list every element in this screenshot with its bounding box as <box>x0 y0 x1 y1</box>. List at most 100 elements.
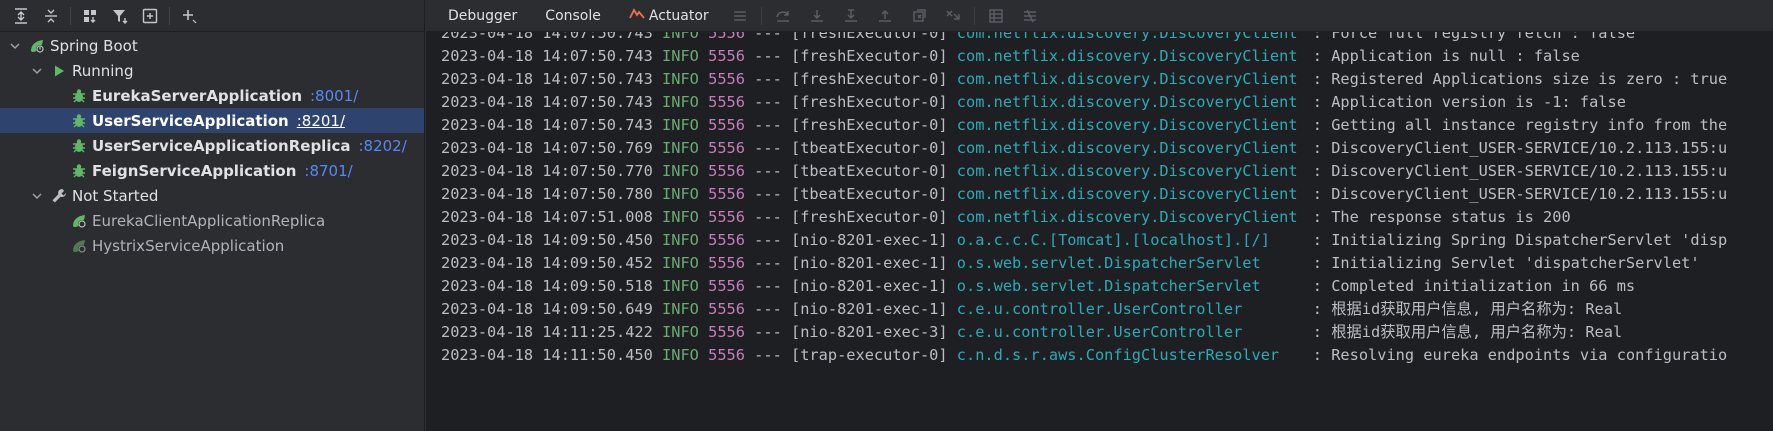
services-toolbar <box>0 0 424 32</box>
chevron-down-icon[interactable] <box>30 189 44 203</box>
app-name: EurekaClientApplicationReplica <box>92 211 326 230</box>
group-by-icon[interactable] <box>75 2 105 30</box>
log-pid: 5556 <box>708 346 745 364</box>
step-out-icon[interactable] <box>868 0 902 32</box>
tree-node-not-started[interactable]: Not Started <box>0 183 424 208</box>
log-thread: [nio-8201-exec-1] <box>791 277 948 295</box>
app-row-eureka-client-replica[interactable]: EurekaClientApplicationReplica <box>0 208 424 233</box>
step-into-icon[interactable] <box>800 0 834 32</box>
tab-debugger[interactable]: Debugger <box>434 0 531 32</box>
step-over-icon[interactable] <box>766 0 800 32</box>
log-logger[interactable]: c.e.u.controller.UserController <box>957 298 1305 321</box>
app-row-user-service[interactable]: UserServiceApplication :8201/ <box>0 108 424 133</box>
log-logger[interactable]: o.a.c.c.C.[Tomcat].[localhost].[/] <box>957 229 1305 252</box>
console-output[interactable]: 2023-04-18 14:07:50.743 INFO 5556 --- [f… <box>426 22 1773 367</box>
tree-node-spring-boot[interactable]: Spring Boot <box>0 33 424 58</box>
tree-node-running[interactable]: Running <box>0 58 424 83</box>
log-timestamp: 2023-04-18 14:07:50.743 <box>441 93 653 111</box>
app-row-hystrix-service[interactable]: HystrixServiceApplication <box>0 233 424 258</box>
log-level: INFO <box>662 93 699 111</box>
log-logger[interactable]: o.s.web.servlet.DispatcherServlet <box>957 275 1305 298</box>
log-message: : DiscoveryClient_USER-SERVICE/10.2.113.… <box>1312 162 1728 180</box>
log-logger[interactable]: c.n.d.s.r.aws.ConfigClusterResolver <box>957 344 1305 367</box>
console-panel: 2023-04-18 14:07:50.743 INFO 5556 --- [f… <box>426 0 1773 431</box>
log-line: 2023-04-18 14:07:51.008 INFO 5556 --- [f… <box>426 206 1773 229</box>
app-row-user-service-replica[interactable]: UserServiceApplicationReplica :8202/ <box>0 133 424 158</box>
log-logger[interactable]: com.netflix.discovery.DiscoveryClient <box>957 160 1305 183</box>
log-separator: --- <box>744 93 792 111</box>
log-logger[interactable]: com.netflix.discovery.DiscoveryClient <box>957 91 1305 114</box>
log-thread: [trap-executor-0] <box>791 346 948 364</box>
chevron-down-icon[interactable] <box>30 64 44 78</box>
app-port-link[interactable]: :8201/ <box>297 112 345 130</box>
log-message: : 根据id获取用户信息, 用户名称为: Real <box>1312 323 1623 341</box>
tree-label: Not Started <box>72 186 159 205</box>
collapse-all-icon[interactable] <box>36 2 66 30</box>
log-line: 2023-04-18 14:09:50.518 INFO 5556 --- [n… <box>426 275 1773 298</box>
log-message: : Resolving eureka endpoints via configu… <box>1312 346 1728 364</box>
log-thread: [freshExecutor-0] <box>791 116 948 134</box>
log-thread: [tbeatExecutor-0] <box>791 185 948 203</box>
log-separator: --- <box>744 70 792 88</box>
log-logger[interactable]: com.netflix.discovery.DiscoveryClient <box>957 114 1305 137</box>
log-line: 2023-04-18 14:07:50.743 INFO 5556 --- [f… <box>426 68 1773 91</box>
log-timestamp: 2023-04-18 14:07:50.743 <box>441 47 653 65</box>
log-timestamp: 2023-04-18 14:09:50.450 <box>441 231 653 249</box>
tab-console[interactable]: Console <box>531 0 615 32</box>
tab-label: Actuator <box>648 7 709 24</box>
force-step-into-icon[interactable] <box>834 0 868 32</box>
evaluate-expression-icon[interactable] <box>979 0 1013 32</box>
log-logger[interactable]: o.s.web.servlet.DispatcherServlet <box>957 252 1305 275</box>
expand-all-icon[interactable] <box>6 2 36 30</box>
tab-label: Debugger <box>448 7 518 24</box>
log-line: 2023-04-18 14:07:50.743 INFO 5556 --- [f… <box>426 114 1773 137</box>
log-logger[interactable]: com.netflix.discovery.DiscoveryClient <box>957 183 1305 206</box>
log-level: INFO <box>662 139 699 157</box>
log-level: INFO <box>662 323 699 341</box>
chevron-down-icon[interactable] <box>8 39 22 53</box>
log-timestamp: 2023-04-18 14:07:50.780 <box>441 185 653 203</box>
log-thread: [tbeatExecutor-0] <box>791 139 948 157</box>
run-to-cursor-icon[interactable] <box>936 0 970 32</box>
log-logger[interactable]: c.e.u.controller.UserController <box>957 321 1305 344</box>
log-logger[interactable]: com.netflix.discovery.DiscoveryClient <box>957 206 1305 229</box>
log-message: : DiscoveryClient_USER-SERVICE/10.2.113.… <box>1312 139 1728 157</box>
log-thread: [nio-8201-exec-1] <box>791 300 948 318</box>
log-pid: 5556 <box>708 116 745 134</box>
tab-label: Console <box>545 7 601 24</box>
app-port-link[interactable]: :8202/ <box>358 137 406 155</box>
console-toolbar: Debugger Console Actuator <box>426 0 1773 32</box>
log-level: INFO <box>662 185 699 203</box>
app-port-link[interactable]: :8701/ <box>304 162 352 180</box>
services-tree: Spring Boot Running EurekaServerApplicat… <box>0 33 424 258</box>
actuator-icon <box>629 6 645 26</box>
drop-frame-icon[interactable] <box>902 0 936 32</box>
log-timestamp: 2023-04-18 14:11:25.422 <box>441 323 653 341</box>
log-logger[interactable]: com.netflix.discovery.DiscoveryClient <box>957 45 1305 68</box>
add-icon[interactable] <box>174 2 204 30</box>
log-separator: --- <box>744 346 792 364</box>
log-logger[interactable]: com.netflix.discovery.DiscoveryClient <box>957 137 1305 160</box>
log-line: 2023-04-18 14:07:50.780 INFO 5556 --- [t… <box>426 183 1773 206</box>
log-pid: 5556 <box>708 70 745 88</box>
log-level: INFO <box>662 70 699 88</box>
log-separator: --- <box>744 300 792 318</box>
log-separator: --- <box>744 116 792 134</box>
log-logger[interactable]: com.netflix.discovery.DiscoveryClient <box>957 68 1305 91</box>
app-port-link[interactable]: :8001/ <box>310 87 358 105</box>
toolbar-separator <box>70 6 71 25</box>
log-timestamp: 2023-04-18 14:07:51.008 <box>441 208 653 226</box>
log-timestamp: 2023-04-18 14:07:50.743 <box>441 70 653 88</box>
log-timestamp: 2023-04-18 14:11:50.450 <box>441 346 653 364</box>
filter-icon[interactable] <box>105 2 135 30</box>
log-level: INFO <box>662 47 699 65</box>
tab-actuator[interactable]: Actuator <box>615 0 723 32</box>
menu-icon[interactable] <box>723 0 757 32</box>
log-pid: 5556 <box>708 47 745 65</box>
app-row-feign-service[interactable]: FeignServiceApplication :8701/ <box>0 158 424 183</box>
trace-stream-icon[interactable] <box>1013 0 1047 32</box>
app-row-eureka-server[interactable]: EurekaServerApplication :8001/ <box>0 83 424 108</box>
log-message: : Application version is -1: false <box>1312 93 1626 111</box>
log-timestamp: 2023-04-18 14:09:50.649 <box>441 300 653 318</box>
new-tab-icon[interactable] <box>135 2 165 30</box>
